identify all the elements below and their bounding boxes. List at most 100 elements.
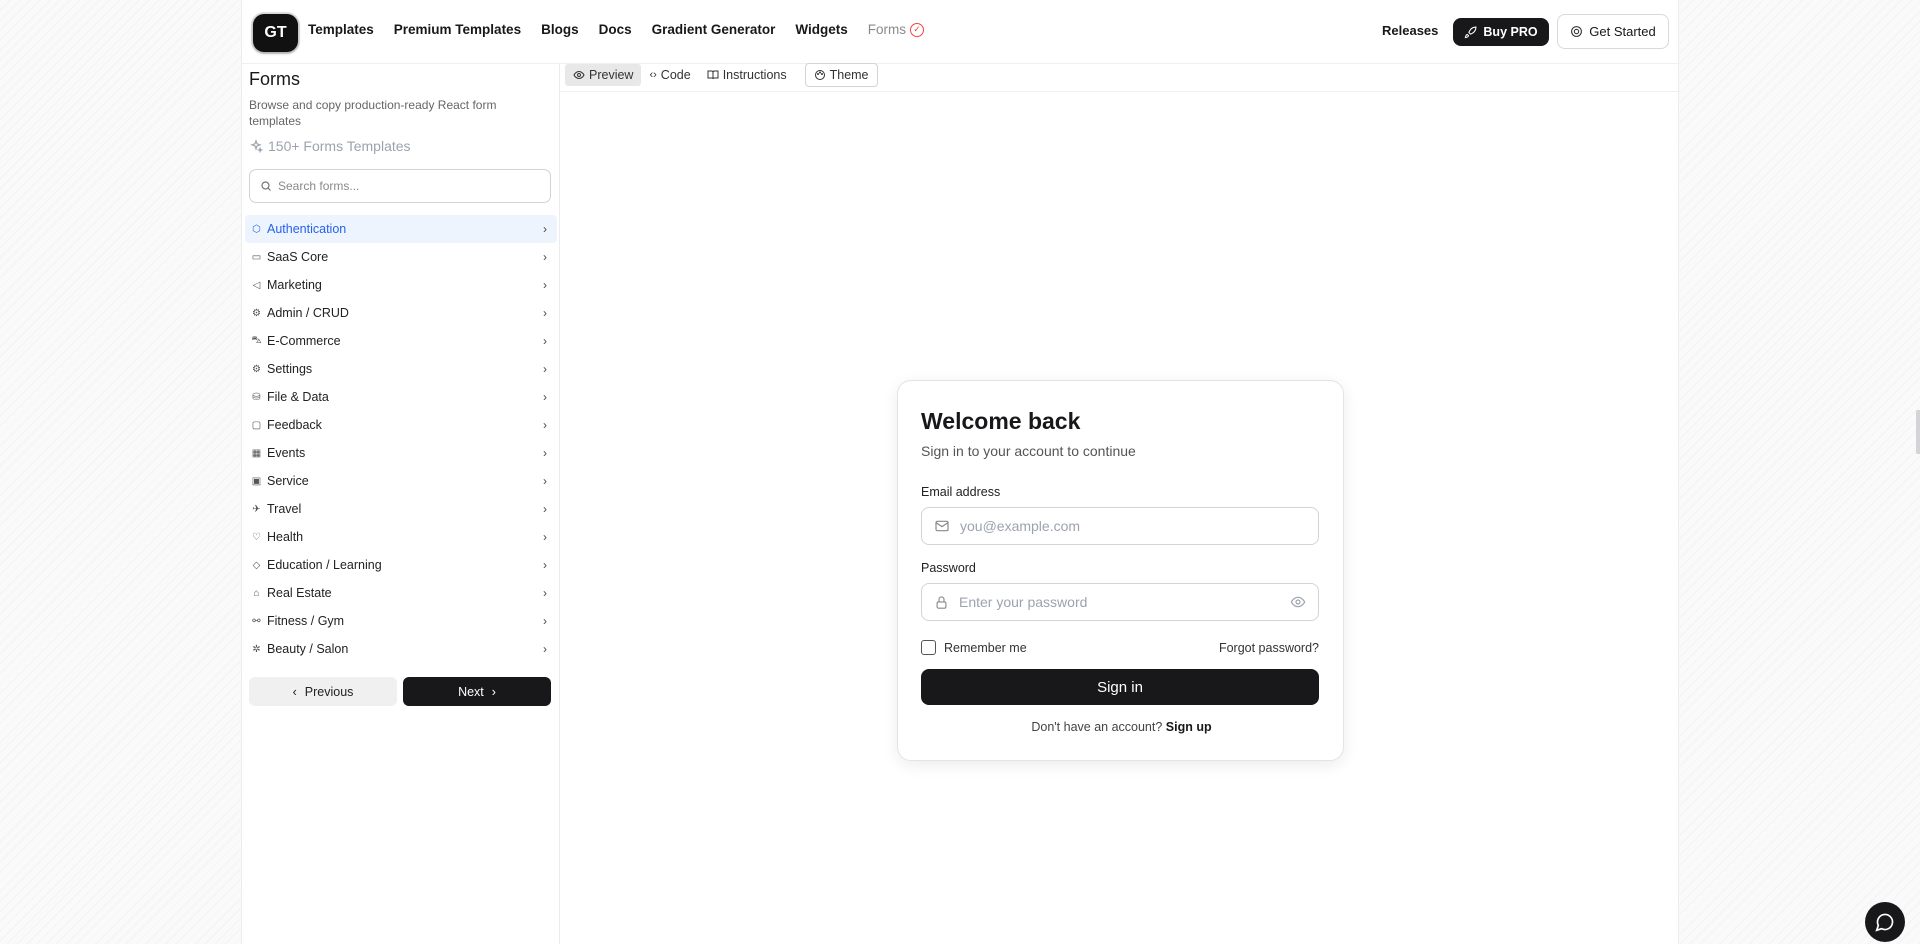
- sidebar-item[interactable]: ▭ SaaS Core ›: [245, 243, 557, 271]
- nav-releases[interactable]: Releases: [1382, 23, 1438, 38]
- credit-card-icon: ▭: [251, 251, 262, 263]
- sidebar-title: Forms: [249, 69, 300, 89]
- sidebar-item[interactable]: ⌂ Real Estate ›: [245, 579, 557, 607]
- lock-icon: [936, 595, 947, 609]
- nav-forms[interactable]: Forms ✓: [867, 22, 925, 37]
- no-account-text: Don't have an account?: [1031, 720, 1163, 734]
- top-navbar: GT Templates Premium Templates Blogs Doc…: [242, 0, 1680, 64]
- search-input[interactable]: [278, 179, 538, 193]
- rocket-icon: [1465, 26, 1477, 38]
- tab-preview-label: Preview: [589, 68, 634, 82]
- sidebar-item[interactable]: ⬡ Authentication ›: [245, 215, 557, 243]
- sidebar-item-label: SaaS Core: [267, 250, 329, 264]
- gear-icon: ⚙: [252, 307, 261, 319]
- next-button[interactable]: Next ›: [403, 677, 551, 706]
- tab-theme[interactable]: Theme: [804, 63, 878, 87]
- side-edge-tab[interactable]: [1916, 410, 1920, 454]
- remember-label: Remember me: [944, 640, 1027, 655]
- sidebar-description: Browse and copy production-ready React f…: [249, 98, 497, 128]
- show-password-icon[interactable]: [1290, 594, 1306, 610]
- main-nav: Templates Premium Templates Blogs Docs G…: [308, 22, 944, 37]
- sidebar: Forms Browse and copy production-ready R…: [242, 64, 560, 944]
- login-title: Welcome back: [921, 408, 1081, 434]
- nav-templates[interactable]: Templates: [308, 22, 374, 37]
- chevron-left-icon: ‹: [292, 684, 297, 699]
- sidebar-item[interactable]: ◇ Education / Learning ›: [245, 551, 557, 579]
- sidebar-item[interactable]: ◁ Marketing ›: [245, 271, 557, 299]
- nav-premium-templates[interactable]: Premium Templates: [394, 22, 521, 37]
- chevron-right-icon: ›: [543, 586, 547, 600]
- email-field: [921, 507, 1319, 545]
- tab-code[interactable]: ‹› Code: [641, 64, 698, 86]
- sidebar-item-label: Authentication: [267, 222, 347, 236]
- tab-instructions-label: Instructions: [722, 68, 787, 82]
- chevron-right-icon: ›: [543, 530, 547, 544]
- sidebar-item-label: Marketing: [267, 278, 322, 292]
- chat-bubble-icon: [1875, 913, 1894, 932]
- heart-icon: ♡: [252, 531, 261, 543]
- sidebar-item-label: Feedback: [267, 418, 322, 432]
- chevron-right-icon: ›: [543, 334, 547, 348]
- sidebar-item[interactable]: ⛁ File & Data ›: [245, 383, 557, 411]
- get-started-button[interactable]: Get Started: [1557, 14, 1669, 49]
- email-label: Email address: [921, 485, 1001, 499]
- check-circle-icon: ✓: [910, 22, 925, 37]
- password-input[interactable]: [959, 594, 1280, 610]
- chevron-right-icon: ›: [543, 222, 547, 236]
- sidebar-item-label: Health: [267, 530, 304, 544]
- nav-docs[interactable]: Docs: [599, 22, 632, 37]
- sign-up-link[interactable]: Sign up: [1166, 720, 1212, 734]
- remember-me[interactable]: Remember me: [921, 640, 1027, 655]
- chevron-right-icon: ›: [491, 684, 496, 699]
- login-subtitle: Sign in to your account to continue: [921, 443, 1136, 459]
- plane-icon: ✈: [252, 503, 261, 515]
- forgot-password-link[interactable]: Forgot password?: [1219, 641, 1319, 655]
- sidebar-item-label: E-Commerce: [267, 334, 341, 348]
- chat-button[interactable]: [1865, 902, 1905, 942]
- dumbbell-icon: ⚯: [252, 615, 261, 627]
- logo[interactable]: GT: [253, 14, 298, 52]
- nav-gradient-generator[interactable]: Gradient Generator: [652, 22, 776, 37]
- sidebar-item[interactable]: ✈ Travel ›: [245, 495, 557, 523]
- book-icon: [707, 70, 719, 80]
- target-icon: [1571, 26, 1583, 37]
- sidebar-item[interactable]: ♡ Health ›: [245, 523, 557, 551]
- nav-widgets[interactable]: Widgets: [795, 22, 847, 37]
- chevron-right-icon: ›: [543, 278, 547, 292]
- sidebar-item-label: Beauty / Salon: [267, 642, 349, 656]
- password-field: [921, 583, 1319, 621]
- email-input[interactable]: [960, 518, 1318, 534]
- sidebar-item[interactable]: ▦ Events ›: [245, 439, 557, 467]
- cart-icon: ⛍: [251, 334, 262, 346]
- sidebar-item[interactable]: ⚯ Fitness / Gym ›: [245, 607, 557, 635]
- mail-icon: [935, 520, 949, 532]
- buy-pro-button[interactable]: Buy PRO: [1453, 18, 1549, 46]
- sidebar-item[interactable]: ▢ Feedback ›: [245, 411, 557, 439]
- chevron-right-icon: ›: [543, 474, 547, 488]
- sidebar-item[interactable]: ⚙ Settings ›: [245, 355, 557, 383]
- previous-button[interactable]: ‹ Previous: [249, 677, 397, 706]
- sidebar-item-label: Admin / CRUD: [267, 306, 349, 320]
- settings-icon: ⚙: [252, 363, 261, 375]
- chevron-right-icon: ›: [543, 306, 547, 320]
- sidebar-item-label: Fitness / Gym: [267, 614, 345, 628]
- sidebar-item[interactable]: ▣ Service ›: [245, 467, 557, 495]
- pagination: ‹ Previous Next ›: [249, 677, 551, 706]
- chevron-right-icon: ›: [543, 446, 547, 460]
- sidebar-item[interactable]: ⚙ Admin / CRUD ›: [245, 299, 557, 327]
- sidebar-item[interactable]: ✲ Beauty / Salon ›: [245, 635, 557, 663]
- nav-forms-label: Forms: [867, 22, 907, 37]
- tab-preview[interactable]: Preview: [565, 64, 642, 86]
- sidebar-item-label: File & Data: [267, 390, 329, 404]
- sign-in-button[interactable]: Sign in: [921, 669, 1319, 705]
- home-icon: ⌂: [253, 587, 260, 599]
- tab-instructions[interactable]: Instructions: [699, 64, 795, 86]
- remember-checkbox[interactable]: [921, 640, 936, 655]
- sidebar-item-label: Real Estate: [267, 586, 332, 600]
- sidebar-item[interactable]: ⛍ E-Commerce ›: [245, 327, 557, 355]
- previous-label: Previous: [304, 684, 354, 699]
- sidebar-item-label: Travel: [267, 502, 302, 516]
- signup-prompt: Don't have an account? Sign up: [898, 720, 1345, 734]
- nav-blogs[interactable]: Blogs: [541, 22, 579, 37]
- palette-icon: [814, 70, 825, 80]
